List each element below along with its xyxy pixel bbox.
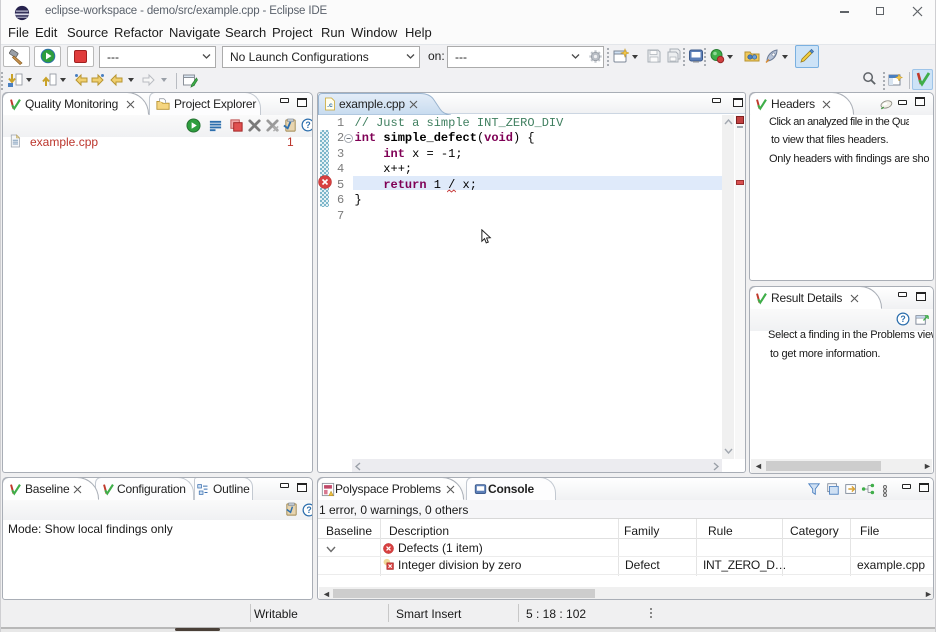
svg-text:.c: .c <box>327 102 333 109</box>
svg-text:?: ? <box>900 314 905 324</box>
svg-text:?: ? <box>306 505 311 515</box>
svg-text:?: ? <box>305 120 310 130</box>
